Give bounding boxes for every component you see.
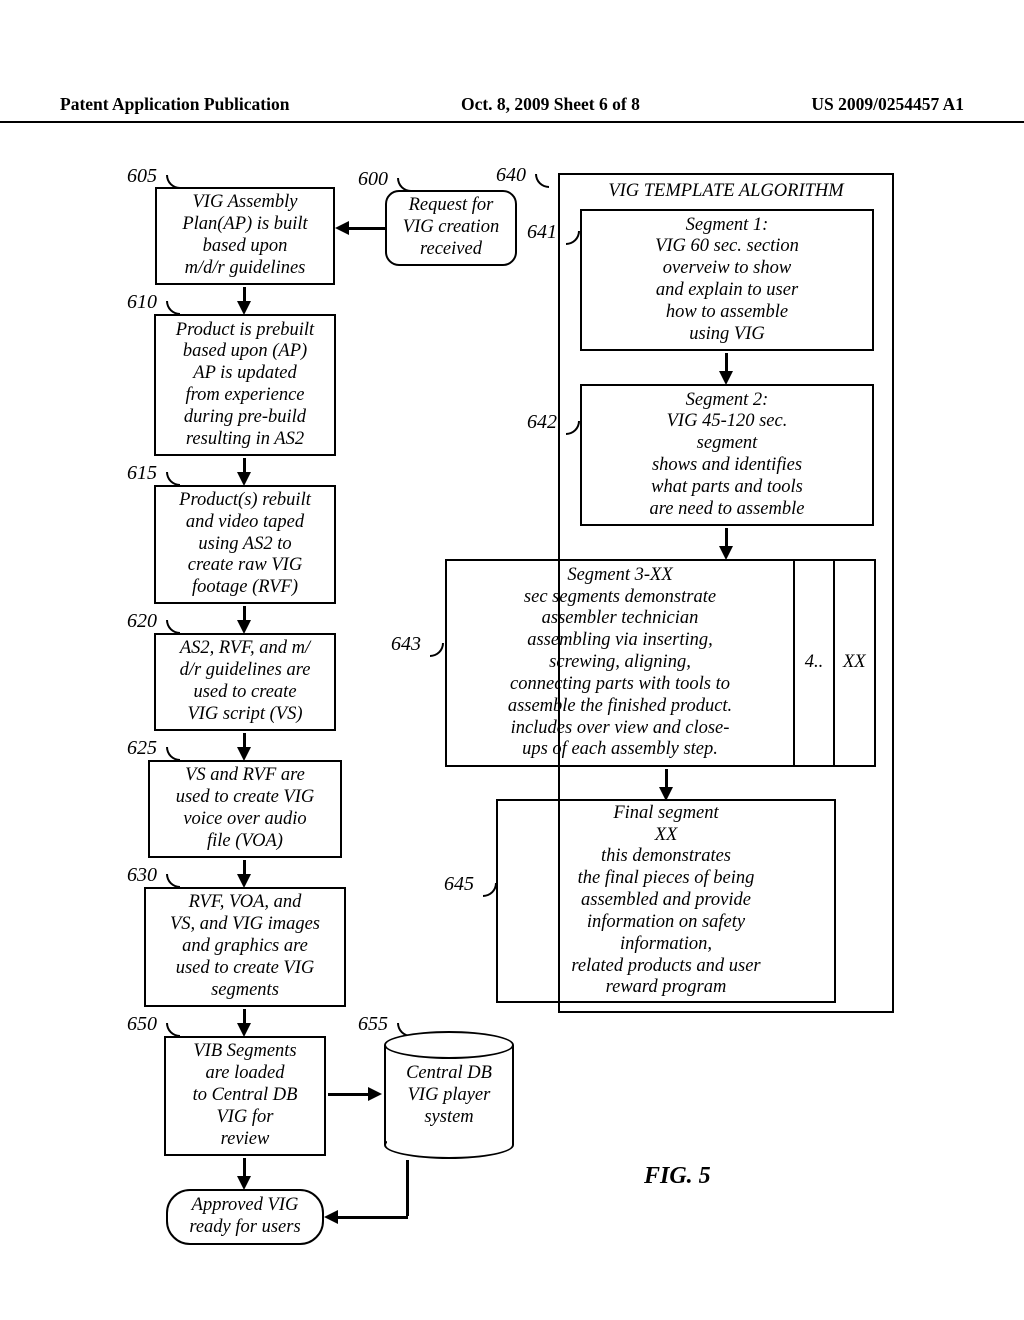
ref-643: 643	[391, 633, 421, 656]
header-mid: Oct. 8, 2009 Sheet 6 of 8	[461, 94, 640, 115]
hook-645	[483, 883, 497, 897]
arrowhead-655-final	[324, 1210, 338, 1224]
box-643-seg3: Segment 3-XX sec segments demonstrate as…	[445, 559, 795, 767]
box-642: Segment 2: VIG 45-120 sec. segment shows…	[580, 384, 874, 526]
box-640-title: VIG TEMPLATE ALGORITHM	[608, 181, 843, 203]
box-615: Product(s) rebuilt and video taped using…	[154, 485, 336, 604]
ref-615: 615	[127, 462, 157, 485]
ref-625: 625	[127, 737, 157, 760]
box-630: RVF, VOA, and VS, and VIG images and gra…	[144, 887, 346, 1007]
arrowhead-620-625	[237, 747, 251, 761]
cylinder-655: Central DB VIG player system	[384, 1031, 514, 1159]
hook-620	[166, 620, 180, 634]
arrow-650-655	[328, 1093, 372, 1096]
arrowhead-605-610	[237, 301, 251, 315]
hook-630	[166, 874, 180, 888]
arrowhead-625-630	[237, 874, 251, 888]
ref-640: 640	[496, 164, 526, 187]
arrow-655-final-v	[406, 1160, 409, 1216]
ref-642: 642	[527, 411, 557, 434]
arrowhead-615-620	[237, 620, 251, 634]
arrowhead-610-615	[237, 472, 251, 486]
ref-605: 605	[127, 165, 157, 188]
ref-630: 630	[127, 864, 157, 887]
arrowhead-650-655	[368, 1087, 382, 1101]
arrow-655-final-h	[338, 1216, 408, 1219]
ref-641: 641	[527, 221, 557, 244]
arrowhead-642-643	[719, 546, 733, 560]
box-650: VIB Segments are loaded to Central DB VI…	[164, 1036, 326, 1156]
arrowhead-630-650	[237, 1023, 251, 1037]
box-645: Final segment XX this demonstrates the f…	[496, 799, 836, 1003]
header-right: US 2009/0254457 A1	[811, 94, 964, 115]
figure-label: FIG. 5	[644, 1163, 711, 1190]
hook-615	[166, 472, 180, 486]
box-643-group: Segment 3-XX sec segments demonstrate as…	[445, 559, 875, 767]
box-620: AS2, RVF, and m/ d/r guidelines are used…	[154, 633, 336, 731]
hook-650	[166, 1023, 180, 1037]
ref-645: 645	[444, 873, 474, 896]
arrowhead-641-642	[719, 371, 733, 385]
arrowhead-600-605	[335, 221, 349, 235]
box-600: Request for VIG creation received	[385, 190, 517, 266]
arrow-600-605	[349, 227, 385, 230]
ref-610: 610	[127, 291, 157, 314]
hook-643	[430, 643, 444, 657]
box-final-approved: Approved VIG ready for users	[166, 1189, 324, 1245]
hook-610	[166, 301, 180, 315]
header-left: Patent Application Publication	[60, 94, 289, 115]
ref-600: 600	[358, 168, 388, 191]
hook-625	[166, 747, 180, 761]
ref-650: 650	[127, 1013, 157, 1036]
hook-640	[535, 174, 549, 188]
arrowhead-650-final	[237, 1176, 251, 1190]
ref-620: 620	[127, 610, 157, 633]
figure-5: 605 VIG Assembly Plan(AP) is built based…	[0, 123, 1024, 1303]
box-641: Segment 1: VIG 60 sec. section overveiw …	[580, 209, 874, 351]
header: Patent Application Publication Oct. 8, 2…	[0, 0, 1024, 123]
box-625: VS and RVF are used to create VIG voice …	[148, 760, 342, 858]
box-610: Product is prebuilt based upon (AP) AP i…	[154, 314, 336, 456]
box-605: VIG Assembly Plan(AP) is built based upo…	[155, 187, 335, 285]
box-643-seg4: 4..	[795, 559, 835, 767]
box-643-segxx: XX	[835, 559, 876, 767]
